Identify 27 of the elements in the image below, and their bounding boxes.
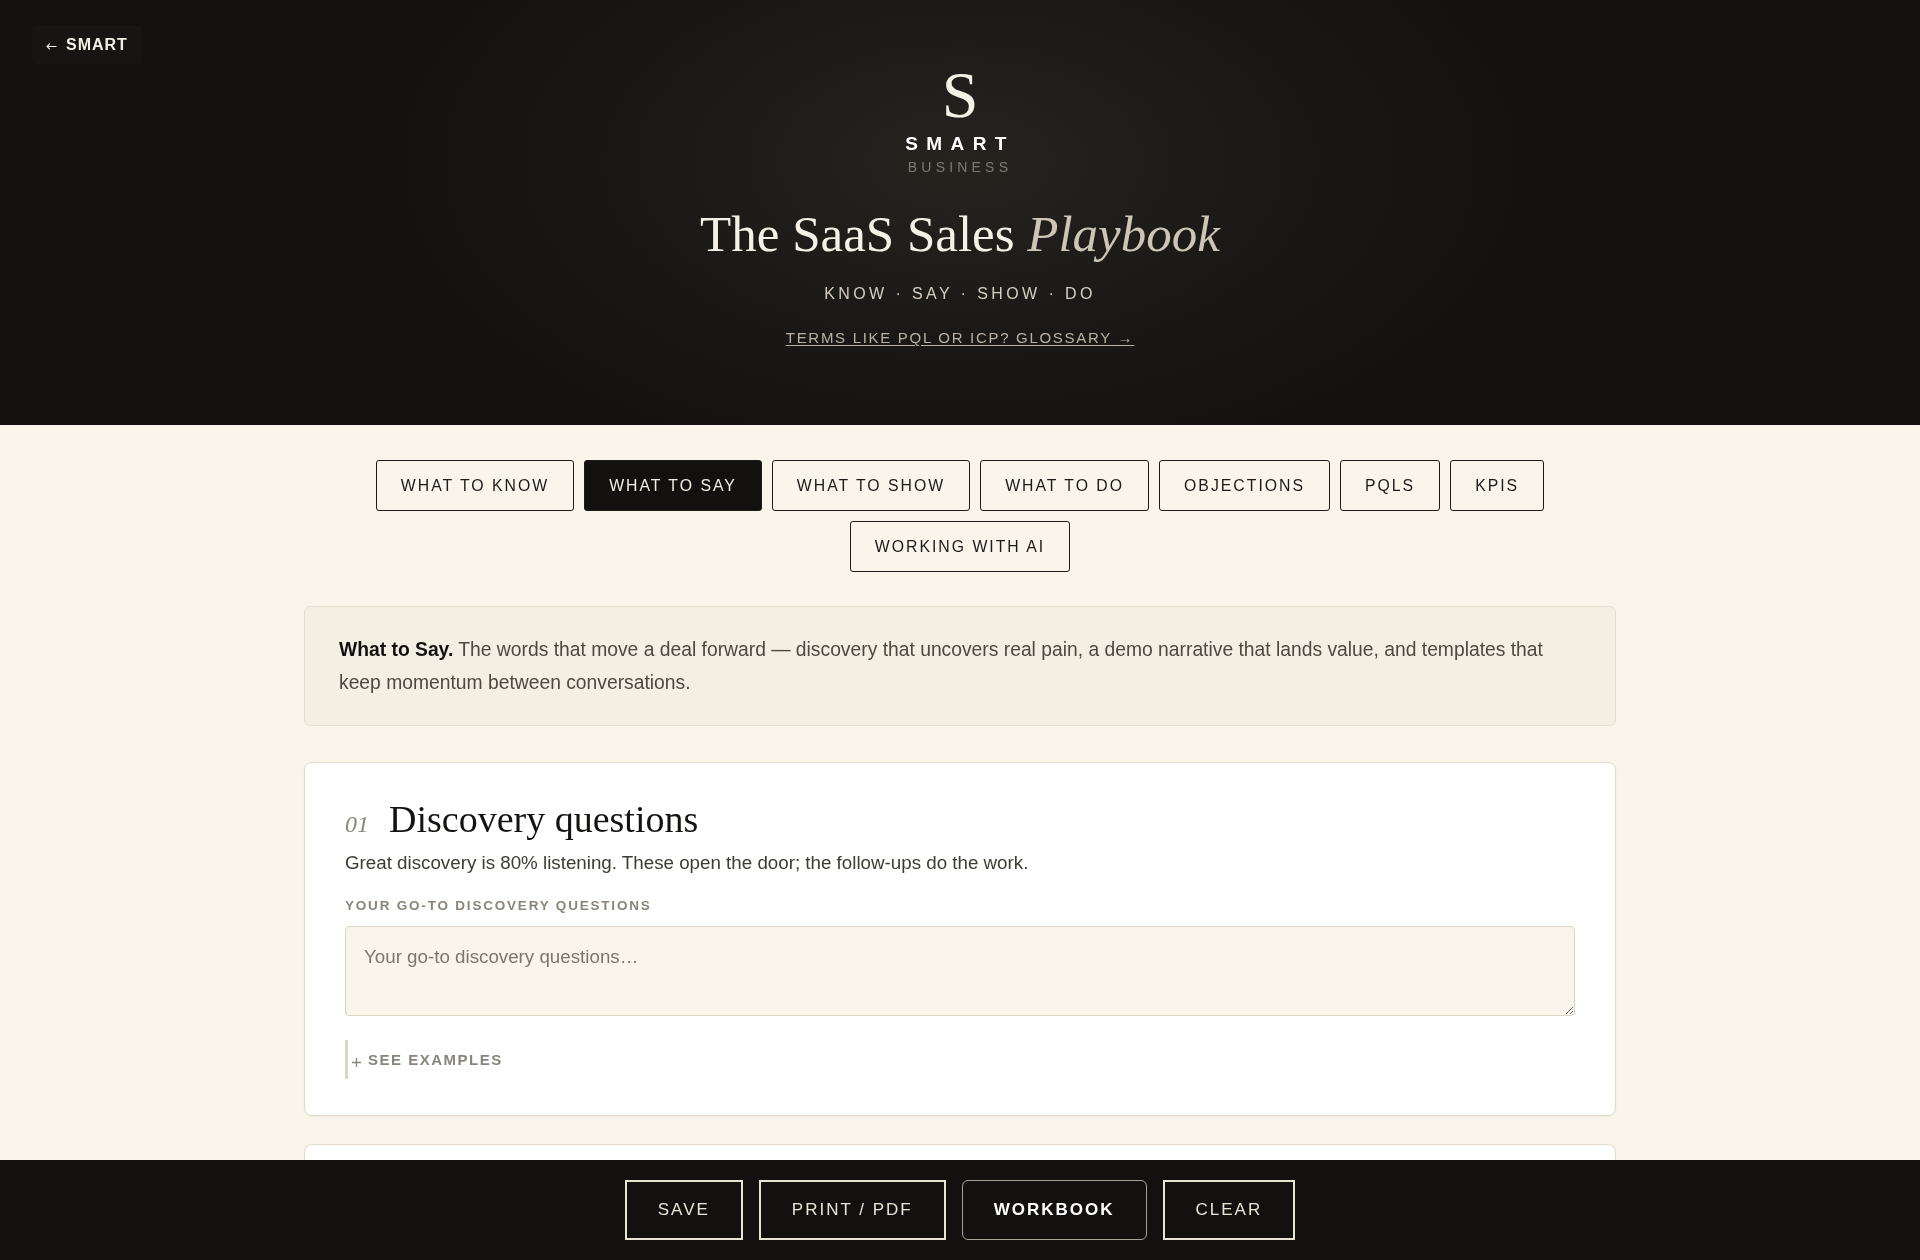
action-button[interactable]: PRINT / PDF [758,1180,946,1240]
action-button[interactable]: CLEAR [1162,1180,1296,1240]
tab[interactable]: WHAT TO SHOW [771,460,971,511]
tab[interactable]: WORKING WITH AI [849,521,1071,572]
tab[interactable]: KPIS [1450,460,1545,511]
tab[interactable]: WHAT TO DO [980,460,1150,511]
action-button[interactable]: SAVE [624,1180,743,1240]
section-title: Discovery questions [389,797,699,842]
page-subtitle: KNOW · SAY · SHOW · DO [824,284,1096,304]
tab[interactable]: WHAT TO SAY [584,460,762,511]
primary-button[interactable]: WORKBOOK [961,1180,1147,1240]
tab[interactable]: PQLS [1340,460,1441,511]
section-description: Great discovery is 80% listening. These open the door; the follow-ups do the work. [345,851,1030,875]
section-number: 01 [345,810,369,839]
back-link[interactable]: SMART [32,26,142,64]
brand-tagline: BUSINESS [907,159,1013,176]
brand-name: SMART [905,132,1015,155]
arrow-left-icon [46,43,57,50]
page-title: The SaaS Sales Playbook [700,205,1220,264]
tab[interactable]: WHAT TO KNOW [375,460,575,511]
intro-text: What to Say. The words that move a deal forward — discovery that uncovers real pain, a demo narrative that lands value, and templates that keep momentum between conversations. [339,638,1544,695]
glossary-link[interactable]: TERMS LIKE PQL OR ICP? GLOSSARY → [785,329,1135,347]
tab[interactable]: OBJECTIONS [1159,460,1330,511]
logo-mark: S [941,61,979,129]
examples-toggle[interactable]: SEE EXAMPLES [345,1040,503,1079]
text-area-field[interactable]: Your go-to discovery questions… [345,926,1575,1016]
field-label: YOUR GO-TO DISCOVERY QUESTIONS [345,898,653,914]
